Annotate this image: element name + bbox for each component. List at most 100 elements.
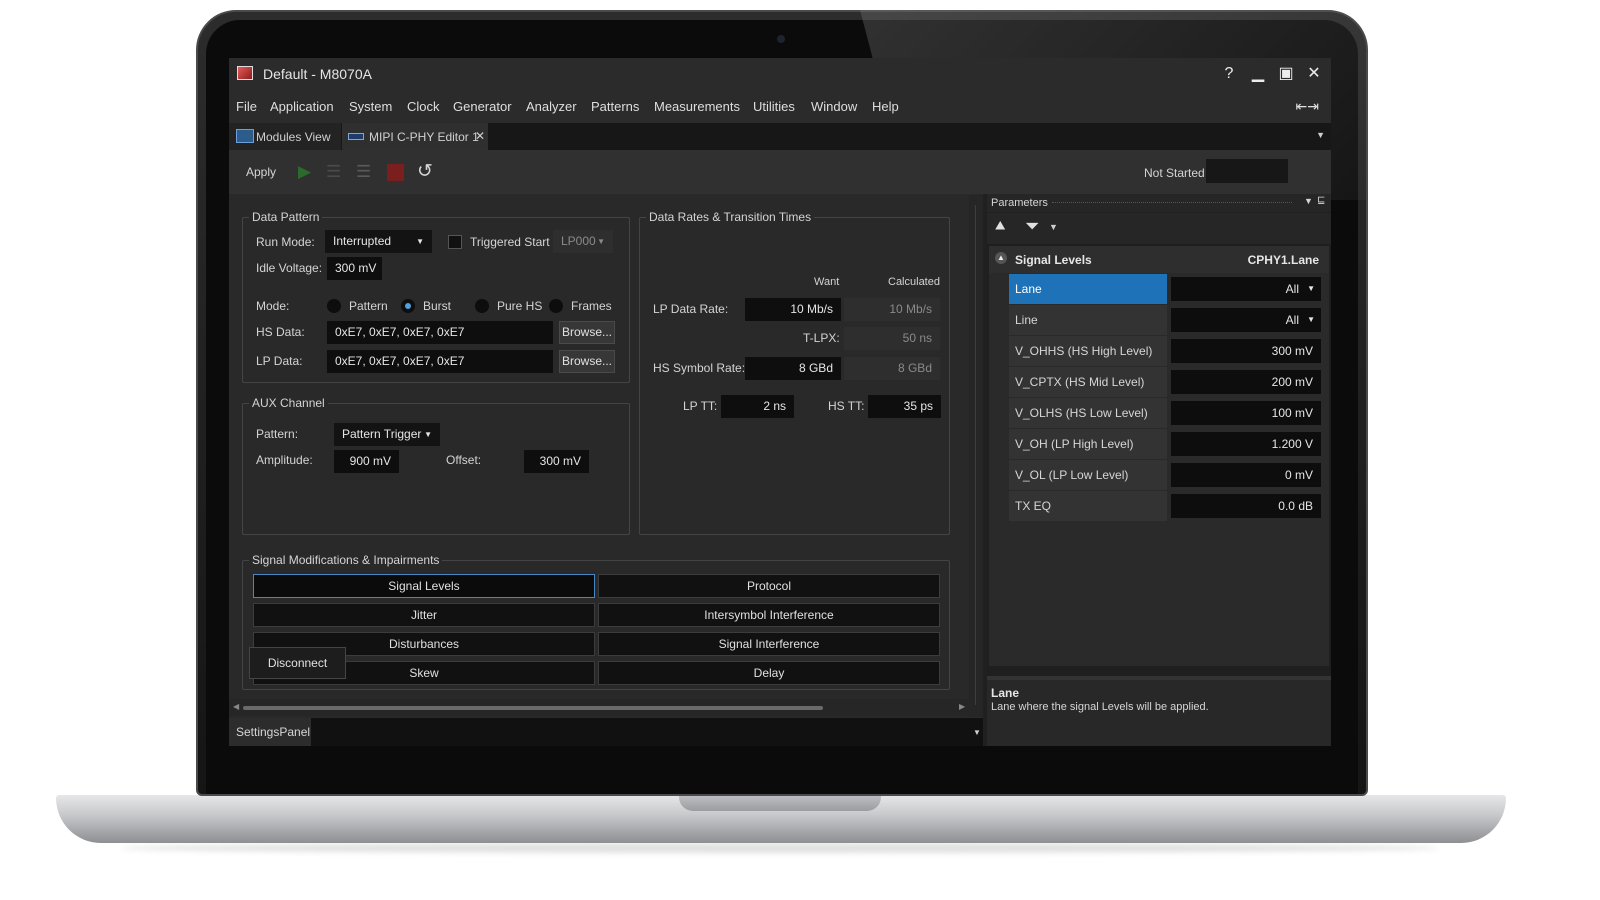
description-text: Lane where the signal Levels will be app… <box>991 701 1209 713</box>
tab-modules-view[interactable]: Modules View <box>229 123 341 150</box>
scroll-right-icon[interactable]: ▶ <box>959 702 965 711</box>
collapse-all-icon[interactable]: ⯅ <box>993 216 1007 237</box>
tab-list-dropdown-icon[interactable]: ▼ <box>1316 130 1325 140</box>
hs-data-input[interactable]: 0xE7, 0xE7, 0xE7, 0xE7 <box>327 321 553 344</box>
run-mode-value: Interrupted <box>333 234 392 248</box>
lp-tt-input[interactable]: 2 ns <box>721 395 794 418</box>
filter-icon[interactable]: ⏷ <box>1025 216 1039 237</box>
filter-chevron-down-icon[interactable]: ▼ <box>1049 222 1058 232</box>
disconnect-button[interactable]: Disconnect <box>249 647 346 679</box>
apply-button[interactable]: Apply <box>246 165 276 179</box>
param-row-v-ohhs[interactable]: V_OHHS (HS High Level) 300 mV <box>1009 336 1329 367</box>
settings-bar: SettingsPanel ▼ <box>229 718 983 746</box>
param-name: V_OHHS (HS High Level) <box>1009 336 1167 366</box>
signal-levels-button[interactable]: Signal Levels <box>253 574 595 598</box>
t-lpx-label: T-LPX: <box>803 331 840 345</box>
maximize-icon[interactable]: ▣ <box>1275 63 1297 85</box>
trigger-select[interactable]: LP000 ▼ <box>553 230 613 253</box>
minimize-icon[interactable]: ▁ <box>1247 63 1269 85</box>
run-status-indicator <box>1206 159 1288 183</box>
menu-application[interactable]: Application <box>270 99 334 114</box>
idle-voltage-input[interactable]: 300 mV <box>327 257 382 280</box>
run-icon[interactable]: ▶ <box>298 163 311 181</box>
menu-utilities[interactable]: Utilities <box>753 99 795 114</box>
offset-label: Offset: <box>446 453 482 467</box>
amplitude-input[interactable]: 900 mV <box>334 450 399 473</box>
close-icon[interactable]: ✕ <box>1303 63 1325 85</box>
hs-browse-button[interactable]: Browse... <box>559 321 615 344</box>
data-pattern-title: Data Pattern <box>249 210 323 224</box>
pin-icon[interactable]: ⊑ <box>1317 195 1325 206</box>
jitter-button[interactable]: Jitter <box>253 603 595 627</box>
menu-window[interactable]: Window <box>811 99 857 114</box>
offset-input[interactable]: 300 mV <box>524 450 589 473</box>
split-view-icon[interactable]: ⇤⇥ <box>1296 98 1319 115</box>
triggered-start-checkbox[interactable] <box>448 235 462 249</box>
delay-button[interactable]: Delay <box>598 661 940 685</box>
param-value[interactable]: 1.200 V <box>1171 432 1321 456</box>
aux-pattern-select[interactable]: Pattern Trigger ▼ <box>334 423 440 446</box>
sequence-icon[interactable]: ☰ <box>356 163 371 181</box>
aux-channel-group: AUX Channel Pattern: Pattern Trigger ▼ A… <box>242 396 630 535</box>
tab-modules-view-label: Modules View <box>256 130 331 144</box>
signal-levels-section[interactable]: ▲ Signal Levels CPHY1.Lane <box>989 246 1329 273</box>
hs-tt-label: HS TT: <box>828 399 865 413</box>
help-icon[interactable]: ? <box>1218 63 1240 85</box>
lp-data-input[interactable]: 0xE7, 0xE7, 0xE7, 0xE7 <box>327 350 553 373</box>
menu-file[interactable]: File <box>236 99 257 114</box>
scroll-thumb[interactable] <box>243 706 823 710</box>
param-value[interactable]: 100 mV <box>1171 401 1321 425</box>
run-mode-select[interactable]: Interrupted ▼ <box>325 230 432 253</box>
mode-pattern-radio[interactable] <box>327 299 341 313</box>
protocol-button[interactable]: Protocol <box>598 574 940 598</box>
stop-icon[interactable] <box>387 164 404 181</box>
tab-close-icon[interactable]: ✕ <box>475 129 485 143</box>
data-rates-group: Data Rates & Transition Times Want Calcu… <box>639 210 950 535</box>
param-value[interactable]: 0 mV <box>1171 463 1321 487</box>
lp-data-rate-want-input[interactable]: 10 Mb/s <box>745 298 841 321</box>
param-row-line[interactable]: Line All ▼ <box>1009 305 1329 336</box>
mode-frames-radio[interactable] <box>549 299 563 313</box>
menu-patterns[interactable]: Patterns <box>591 99 639 114</box>
settings-panel-tab[interactable]: SettingsPanel <box>229 718 311 746</box>
param-value[interactable]: 0.0 dB <box>1171 494 1321 518</box>
menu-analyzer[interactable]: Analyzer <box>526 99 577 114</box>
panel-splitter[interactable] <box>969 195 983 717</box>
param-row-v-cptx[interactable]: V_CPTX (HS Mid Level) 200 mV <box>1009 367 1329 398</box>
settings-dropdown-icon[interactable]: ▼ <box>973 728 981 737</box>
run-mode-label: Run Mode: <box>256 235 315 249</box>
param-value-select[interactable]: All ▼ <box>1171 308 1321 332</box>
intersymbol-interference-button[interactable]: Intersymbol Interference <box>598 603 940 627</box>
param-value: All <box>1285 282 1299 296</box>
signal-modifications-title: Signal Modifications & Impairments <box>249 553 443 567</box>
mode-pure-hs-radio[interactable] <box>475 299 489 313</box>
signal-interference-button[interactable]: Signal Interference <box>598 632 940 656</box>
horizontal-scrollbar[interactable]: ◀ ▶ <box>229 699 969 716</box>
panel-menu-icon[interactable]: ▼ <box>1304 196 1313 206</box>
menu-measurements[interactable]: Measurements <box>654 99 740 114</box>
section-collapse-icon[interactable]: ▲ <box>995 252 1007 264</box>
reset-icon[interactable]: ↺ <box>417 162 433 181</box>
triggered-start-label: Triggered Start <box>470 235 550 249</box>
param-value[interactable]: 200 mV <box>1171 370 1321 394</box>
menu-system[interactable]: System <box>349 99 392 114</box>
param-value[interactable]: 300 mV <box>1171 339 1321 363</box>
param-row-v-olhs[interactable]: V_OLHS (HS Low Level) 100 mV <box>1009 398 1329 429</box>
param-row-v-ol[interactable]: V_OL (LP Low Level) 0 mV <box>1009 460 1329 491</box>
param-value-select[interactable]: All ▼ <box>1171 277 1321 301</box>
menu-generator[interactable]: Generator <box>453 99 512 114</box>
menu-help[interactable]: Help <box>872 99 899 114</box>
hs-tt-input[interactable]: 35 ps <box>868 395 941 418</box>
tab-mipi-cphy-editor[interactable]: MIPI C-PHY Editor 1 ✕ <box>342 123 488 150</box>
param-row-v-oh[interactable]: V_OH (LP High Level) 1.200 V <box>1009 429 1329 460</box>
menu-clock[interactable]: Clock <box>407 99 440 114</box>
tab-mipi-cphy-editor-label: MIPI C-PHY Editor 1 <box>369 130 479 144</box>
scroll-left-icon[interactable]: ◀ <box>233 702 239 711</box>
param-name: V_CPTX (HS Mid Level) <box>1009 367 1167 397</box>
step-list-icon[interactable]: ☰ <box>326 163 341 181</box>
hs-symbol-rate-want-input[interactable]: 8 GBd <box>745 357 841 380</box>
param-row-tx-eq[interactable]: TX EQ 0.0 dB <box>1009 491 1329 522</box>
lp-browse-button[interactable]: Browse... <box>559 350 615 373</box>
param-row-lane[interactable]: Lane All ▼ <box>1009 274 1329 305</box>
mode-burst-radio[interactable] <box>401 299 415 313</box>
